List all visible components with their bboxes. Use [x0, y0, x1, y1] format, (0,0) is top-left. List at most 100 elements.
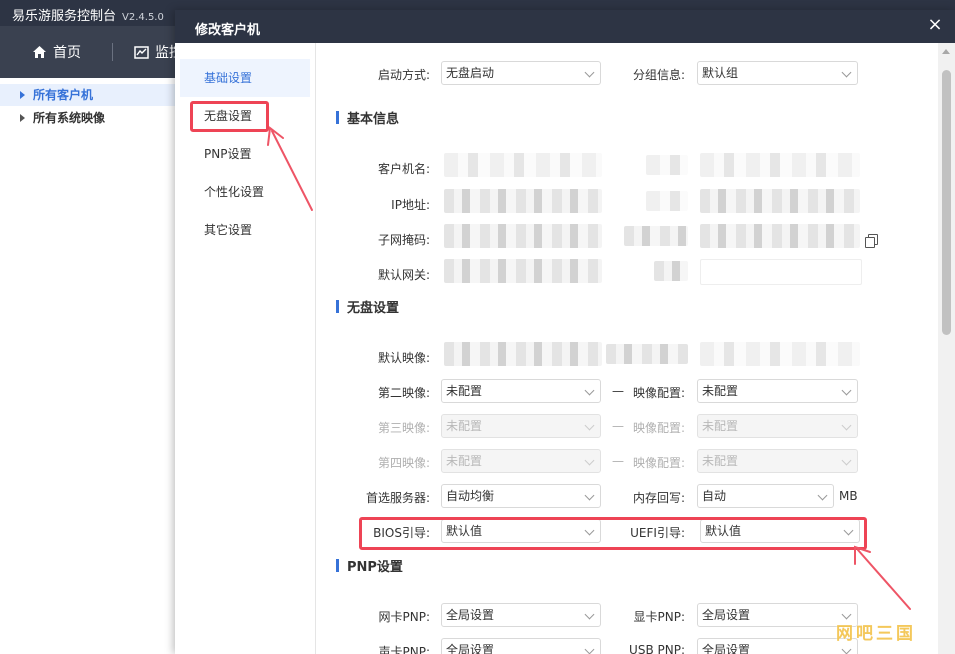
chevron-down-icon [584, 609, 595, 620]
second-config-select[interactable]: 未配置 [697, 379, 858, 403]
memory-writeback-label: 内存回写: [632, 491, 685, 505]
field-label-blurred [646, 155, 688, 175]
dash-separator: — [612, 419, 624, 433]
preferred-server-value: 自动均衡 [446, 489, 495, 503]
sidebar-item-pnp[interactable]: PNP设置 [175, 135, 315, 173]
highlight-box-boot [359, 517, 867, 550]
gateway-label: 默认网关: [377, 268, 430, 282]
ip-address-label: IP地址: [391, 198, 430, 212]
tree-item-all-images[interactable]: 所有系统映像 [20, 107, 105, 129]
nic-pnp-label: 网卡PNP: [378, 610, 431, 624]
chevron-down-icon [841, 67, 852, 78]
chevron-down-icon [584, 67, 595, 78]
client-name-field-blurred[interactable] [444, 153, 602, 177]
tree-item-all-clients[interactable]: 所有客户机 [0, 84, 175, 106]
highlight-box-diskless [190, 101, 269, 132]
expand-arrow-icon[interactable] [20, 114, 25, 122]
fourth-image-select: 未配置 [441, 449, 601, 473]
gateway-field-blurred[interactable] [444, 259, 602, 283]
sound-pnp-select[interactable]: 全局设置 [441, 638, 601, 654]
client-name-label: 客户机名: [377, 162, 430, 176]
third-config-select: 未配置 [697, 414, 858, 438]
sound-pnp-label: 声卡PNP: [378, 645, 431, 654]
field-label-blurred [646, 191, 688, 211]
field-value-blurred[interactable] [700, 189, 860, 213]
fourth-config-select: 未配置 [697, 449, 858, 473]
fourth-config-value: 未配置 [702, 454, 739, 468]
boot-mode-select[interactable]: 无盘启动 [441, 61, 601, 85]
second-config-label: 映像配置: [632, 386, 685, 400]
chevron-down-icon [584, 644, 595, 654]
scroll-up-arrow-icon[interactable] [942, 49, 950, 54]
chevron-down-icon [841, 455, 852, 466]
default-image-field-blurred[interactable] [444, 342, 602, 366]
field-value-empty[interactable] [700, 259, 862, 285]
scrollbar-thumb[interactable] [942, 70, 951, 335]
scrollbar[interactable] [938, 43, 955, 654]
preferred-server-label: 首选服务器: [365, 491, 430, 505]
section-diskless: 无盘设置 [336, 297, 399, 316]
third-image-value: 未配置 [446, 419, 483, 433]
dash-separator: — [612, 454, 624, 468]
third-image-select: 未配置 [441, 414, 601, 438]
gpu-pnp-label: 显卡PNP: [633, 610, 686, 624]
chevron-down-icon [841, 609, 852, 620]
nic-pnp-select[interactable]: 全局设置 [441, 603, 601, 627]
group-label: 分组信息: [632, 68, 685, 82]
sidebar-item-personalize[interactable]: 个性化设置 [175, 173, 315, 211]
nav-home-label: 首页 [53, 45, 81, 61]
dash-separator: — [612, 384, 624, 398]
third-config-value: 未配置 [702, 419, 739, 433]
close-icon[interactable]: × [925, 15, 945, 35]
section-marker [336, 111, 339, 124]
dialog-header: 修改客户机 × [175, 10, 955, 43]
boot-mode-value: 无盘启动 [446, 66, 495, 80]
chevron-down-icon [584, 455, 595, 466]
second-config-value: 未配置 [702, 384, 739, 398]
boot-mode-label: 启动方式: [377, 68, 430, 82]
second-image-value: 未配置 [446, 384, 483, 398]
field-label-blurred [654, 261, 688, 281]
ip-address-field-blurred[interactable] [444, 189, 602, 213]
copy-icon[interactable] [865, 234, 878, 248]
client-tree: 所有客户机 所有系统映像 [0, 78, 175, 654]
section-marker [336, 559, 339, 572]
memory-writeback-select[interactable]: 自动 [697, 484, 834, 508]
usb-pnp-select[interactable]: 全局设置 [697, 638, 858, 654]
usb-pnp-value: 全局设置 [702, 643, 751, 654]
chevron-down-icon [584, 490, 595, 501]
second-image-select[interactable]: 未配置 [441, 379, 601, 403]
watermark: 网吧三国 [836, 624, 916, 644]
sidebar-item-other[interactable]: 其它设置 [175, 211, 315, 249]
second-image-label: 第二映像: [377, 386, 430, 400]
section-basic-info: 基本信息 [336, 108, 399, 127]
group-value: 默认组 [702, 66, 739, 80]
nav-divider [112, 43, 113, 61]
chevron-down-icon [841, 644, 852, 654]
usb-pnp-label: USB PNP: [629, 643, 685, 654]
field-label-blurred [606, 344, 688, 364]
app-version: V2.4.5.0 [122, 12, 164, 23]
nav-home[interactable]: 首页 [32, 42, 81, 62]
app-title: 易乐游服务控制台 V2.4.5.0 [12, 5, 164, 24]
sidebar-item-basic[interactable]: 基础设置 [180, 59, 310, 97]
group-select[interactable]: 默认组 [697, 61, 858, 85]
field-value-blurred[interactable] [700, 342, 860, 366]
chevron-down-icon [841, 420, 852, 431]
sound-pnp-value: 全局设置 [446, 643, 495, 654]
field-value-blurred[interactable] [700, 224, 860, 248]
subnet-mask-field-blurred[interactable] [444, 224, 602, 248]
preferred-server-select[interactable]: 自动均衡 [441, 484, 601, 508]
chevron-down-icon [841, 385, 852, 396]
field-label-blurred [624, 226, 688, 246]
dialog-title: 修改客户机 [195, 23, 261, 38]
section-title: PNP设置 [347, 560, 403, 575]
expand-arrow-icon[interactable] [20, 91, 25, 99]
gpu-pnp-select[interactable]: 全局设置 [697, 603, 858, 627]
field-value-blurred[interactable] [700, 153, 860, 177]
dialog-sidebar: 基础设置 无盘设置 PNP设置 个性化设置 其它设置 [175, 43, 316, 654]
section-title: 无盘设置 [347, 301, 400, 316]
app-title-text: 易乐游服务控制台 [12, 9, 117, 24]
section-marker [336, 300, 339, 313]
edit-client-dialog: 修改客户机 × 基础设置 无盘设置 PNP设置 个性化设置 其它设置 启动方式:… [175, 10, 955, 654]
